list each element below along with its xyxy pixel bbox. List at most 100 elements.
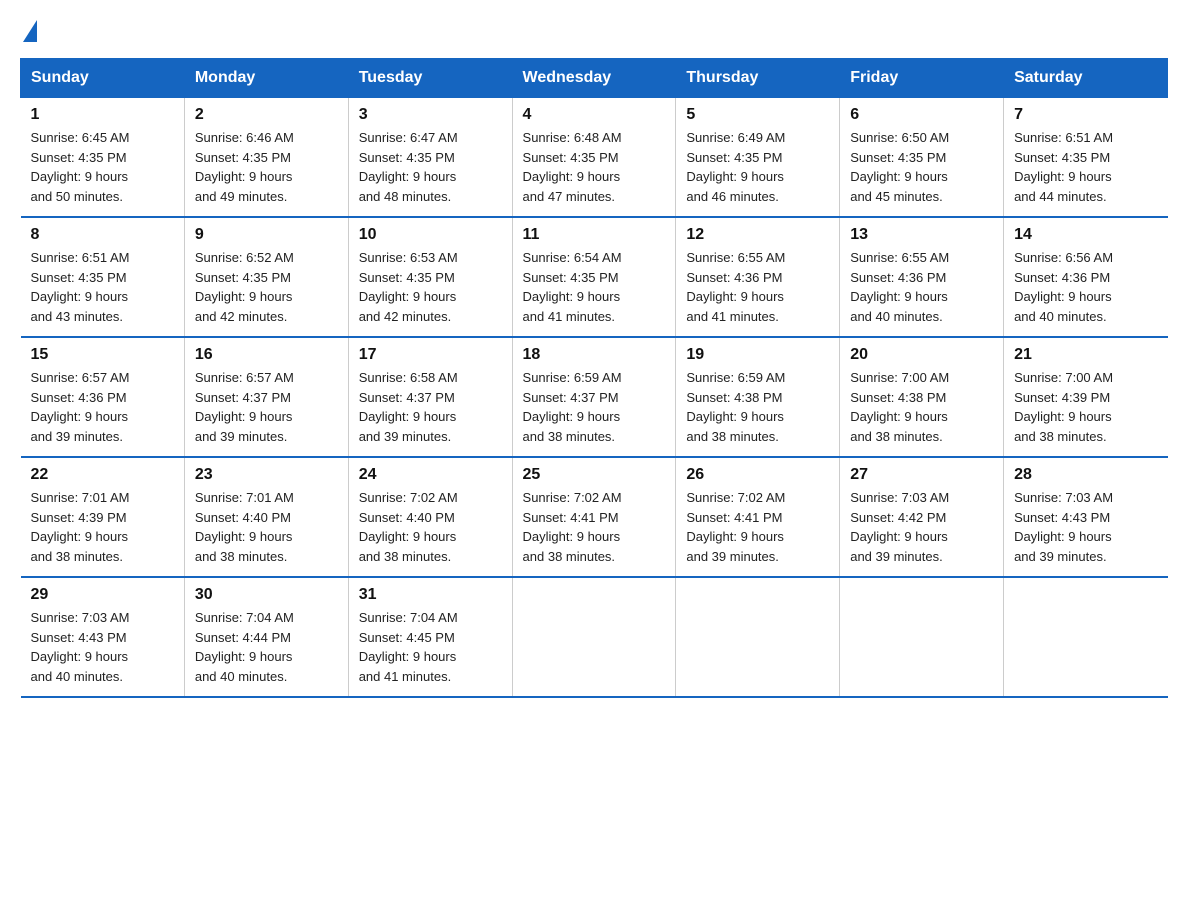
day-number: 10 <box>359 226 502 244</box>
day-info: Sunrise: 6:47 AMSunset: 4:35 PMDaylight:… <box>359 128 502 206</box>
day-info: Sunrise: 6:54 AMSunset: 4:35 PMDaylight:… <box>523 248 666 326</box>
logo-triangle-icon <box>23 20 37 42</box>
day-number: 2 <box>195 106 338 124</box>
day-number: 23 <box>195 466 338 484</box>
day-number: 13 <box>850 226 993 244</box>
day-info: Sunrise: 6:56 AMSunset: 4:36 PMDaylight:… <box>1014 248 1157 326</box>
day-number: 26 <box>686 466 829 484</box>
calendar-day-cell: 22 Sunrise: 7:01 AMSunset: 4:39 PMDaylig… <box>21 457 185 577</box>
day-number: 9 <box>195 226 338 244</box>
calendar-day-cell: 30 Sunrise: 7:04 AMSunset: 4:44 PMDaylig… <box>184 577 348 697</box>
calendar-day-cell: 11 Sunrise: 6:54 AMSunset: 4:35 PMDaylig… <box>512 217 676 337</box>
day-info: Sunrise: 6:49 AMSunset: 4:35 PMDaylight:… <box>686 128 829 206</box>
calendar-day-cell: 17 Sunrise: 6:58 AMSunset: 4:37 PMDaylig… <box>348 337 512 457</box>
calendar-week-row: 22 Sunrise: 7:01 AMSunset: 4:39 PMDaylig… <box>21 457 1168 577</box>
calendar-week-row: 8 Sunrise: 6:51 AMSunset: 4:35 PMDayligh… <box>21 217 1168 337</box>
day-number: 31 <box>359 586 502 604</box>
day-number: 21 <box>1014 346 1157 364</box>
day-info: Sunrise: 6:45 AMSunset: 4:35 PMDaylight:… <box>31 128 174 206</box>
calendar-day-cell: 27 Sunrise: 7:03 AMSunset: 4:42 PMDaylig… <box>840 457 1004 577</box>
calendar-day-cell: 4 Sunrise: 6:48 AMSunset: 4:35 PMDayligh… <box>512 98 676 218</box>
weekday-header-row: Sunday Monday Tuesday Wednesday Thursday… <box>21 59 1168 98</box>
header-wednesday: Wednesday <box>512 59 676 98</box>
calendar-day-cell: 3 Sunrise: 6:47 AMSunset: 4:35 PMDayligh… <box>348 98 512 218</box>
day-info: Sunrise: 6:55 AMSunset: 4:36 PMDaylight:… <box>850 248 993 326</box>
header-monday: Monday <box>184 59 348 98</box>
day-info: Sunrise: 7:03 AMSunset: 4:42 PMDaylight:… <box>850 488 993 566</box>
day-info: Sunrise: 6:59 AMSunset: 4:38 PMDaylight:… <box>686 368 829 446</box>
calendar-day-cell: 23 Sunrise: 7:01 AMSunset: 4:40 PMDaylig… <box>184 457 348 577</box>
header-saturday: Saturday <box>1004 59 1168 98</box>
day-info: Sunrise: 6:50 AMSunset: 4:35 PMDaylight:… <box>850 128 993 206</box>
calendar-week-row: 15 Sunrise: 6:57 AMSunset: 4:36 PMDaylig… <box>21 337 1168 457</box>
header-sunday: Sunday <box>21 59 185 98</box>
calendar-day-cell: 5 Sunrise: 6:49 AMSunset: 4:35 PMDayligh… <box>676 98 840 218</box>
calendar-day-cell: 16 Sunrise: 6:57 AMSunset: 4:37 PMDaylig… <box>184 337 348 457</box>
calendar-day-cell: 21 Sunrise: 7:00 AMSunset: 4:39 PMDaylig… <box>1004 337 1168 457</box>
day-number: 29 <box>31 586 174 604</box>
calendar-day-cell: 25 Sunrise: 7:02 AMSunset: 4:41 PMDaylig… <box>512 457 676 577</box>
day-number: 8 <box>31 226 174 244</box>
day-info: Sunrise: 7:03 AMSunset: 4:43 PMDaylight:… <box>31 608 174 686</box>
day-number: 1 <box>31 106 174 124</box>
calendar-day-cell: 14 Sunrise: 6:56 AMSunset: 4:36 PMDaylig… <box>1004 217 1168 337</box>
day-number: 20 <box>850 346 993 364</box>
calendar-day-cell: 1 Sunrise: 6:45 AMSunset: 4:35 PMDayligh… <box>21 98 185 218</box>
day-number: 18 <box>523 346 666 364</box>
day-info: Sunrise: 6:53 AMSunset: 4:35 PMDaylight:… <box>359 248 502 326</box>
day-number: 25 <box>523 466 666 484</box>
day-info: Sunrise: 7:04 AMSunset: 4:44 PMDaylight:… <box>195 608 338 686</box>
day-info: Sunrise: 6:59 AMSunset: 4:37 PMDaylight:… <box>523 368 666 446</box>
calendar-day-cell: 29 Sunrise: 7:03 AMSunset: 4:43 PMDaylig… <box>21 577 185 697</box>
day-number: 12 <box>686 226 829 244</box>
calendar-day-cell: 10 Sunrise: 6:53 AMSunset: 4:35 PMDaylig… <box>348 217 512 337</box>
calendar-day-cell: 9 Sunrise: 6:52 AMSunset: 4:35 PMDayligh… <box>184 217 348 337</box>
day-info: Sunrise: 6:57 AMSunset: 4:37 PMDaylight:… <box>195 368 338 446</box>
day-number: 27 <box>850 466 993 484</box>
calendar-week-row: 29 Sunrise: 7:03 AMSunset: 4:43 PMDaylig… <box>21 577 1168 697</box>
calendar-day-cell <box>840 577 1004 697</box>
day-info: Sunrise: 7:04 AMSunset: 4:45 PMDaylight:… <box>359 608 502 686</box>
day-number: 19 <box>686 346 829 364</box>
day-number: 16 <box>195 346 338 364</box>
calendar-day-cell: 2 Sunrise: 6:46 AMSunset: 4:35 PMDayligh… <box>184 98 348 218</box>
calendar-day-cell <box>1004 577 1168 697</box>
day-number: 17 <box>359 346 502 364</box>
day-number: 15 <box>31 346 174 364</box>
calendar-day-cell: 13 Sunrise: 6:55 AMSunset: 4:36 PMDaylig… <box>840 217 1004 337</box>
calendar-day-cell: 6 Sunrise: 6:50 AMSunset: 4:35 PMDayligh… <box>840 98 1004 218</box>
calendar-day-cell: 8 Sunrise: 6:51 AMSunset: 4:35 PMDayligh… <box>21 217 185 337</box>
calendar-day-cell <box>676 577 840 697</box>
day-number: 6 <box>850 106 993 124</box>
calendar-day-cell: 31 Sunrise: 7:04 AMSunset: 4:45 PMDaylig… <box>348 577 512 697</box>
calendar-week-row: 1 Sunrise: 6:45 AMSunset: 4:35 PMDayligh… <box>21 98 1168 218</box>
day-info: Sunrise: 7:01 AMSunset: 4:40 PMDaylight:… <box>195 488 338 566</box>
day-info: Sunrise: 6:51 AMSunset: 4:35 PMDaylight:… <box>1014 128 1157 206</box>
day-number: 5 <box>686 106 829 124</box>
day-number: 24 <box>359 466 502 484</box>
day-info: Sunrise: 7:02 AMSunset: 4:41 PMDaylight:… <box>523 488 666 566</box>
day-info: Sunrise: 6:55 AMSunset: 4:36 PMDaylight:… <box>686 248 829 326</box>
calendar-day-cell: 18 Sunrise: 6:59 AMSunset: 4:37 PMDaylig… <box>512 337 676 457</box>
calendar-day-cell <box>512 577 676 697</box>
day-number: 22 <box>31 466 174 484</box>
calendar-day-cell: 20 Sunrise: 7:00 AMSunset: 4:38 PMDaylig… <box>840 337 1004 457</box>
day-number: 14 <box>1014 226 1157 244</box>
day-number: 30 <box>195 586 338 604</box>
header-thursday: Thursday <box>676 59 840 98</box>
day-number: 3 <box>359 106 502 124</box>
header-tuesday: Tuesday <box>348 59 512 98</box>
day-number: 11 <box>523 226 666 244</box>
day-info: Sunrise: 6:52 AMSunset: 4:35 PMDaylight:… <box>195 248 338 326</box>
day-info: Sunrise: 6:57 AMSunset: 4:36 PMDaylight:… <box>31 368 174 446</box>
day-info: Sunrise: 7:00 AMSunset: 4:39 PMDaylight:… <box>1014 368 1157 446</box>
day-number: 28 <box>1014 466 1157 484</box>
day-number: 7 <box>1014 106 1157 124</box>
calendar-day-cell: 19 Sunrise: 6:59 AMSunset: 4:38 PMDaylig… <box>676 337 840 457</box>
page-header <box>20 20 1168 40</box>
day-info: Sunrise: 7:03 AMSunset: 4:43 PMDaylight:… <box>1014 488 1157 566</box>
day-info: Sunrise: 7:01 AMSunset: 4:39 PMDaylight:… <box>31 488 174 566</box>
header-friday: Friday <box>840 59 1004 98</box>
calendar-day-cell: 24 Sunrise: 7:02 AMSunset: 4:40 PMDaylig… <box>348 457 512 577</box>
calendar-day-cell: 7 Sunrise: 6:51 AMSunset: 4:35 PMDayligh… <box>1004 98 1168 218</box>
